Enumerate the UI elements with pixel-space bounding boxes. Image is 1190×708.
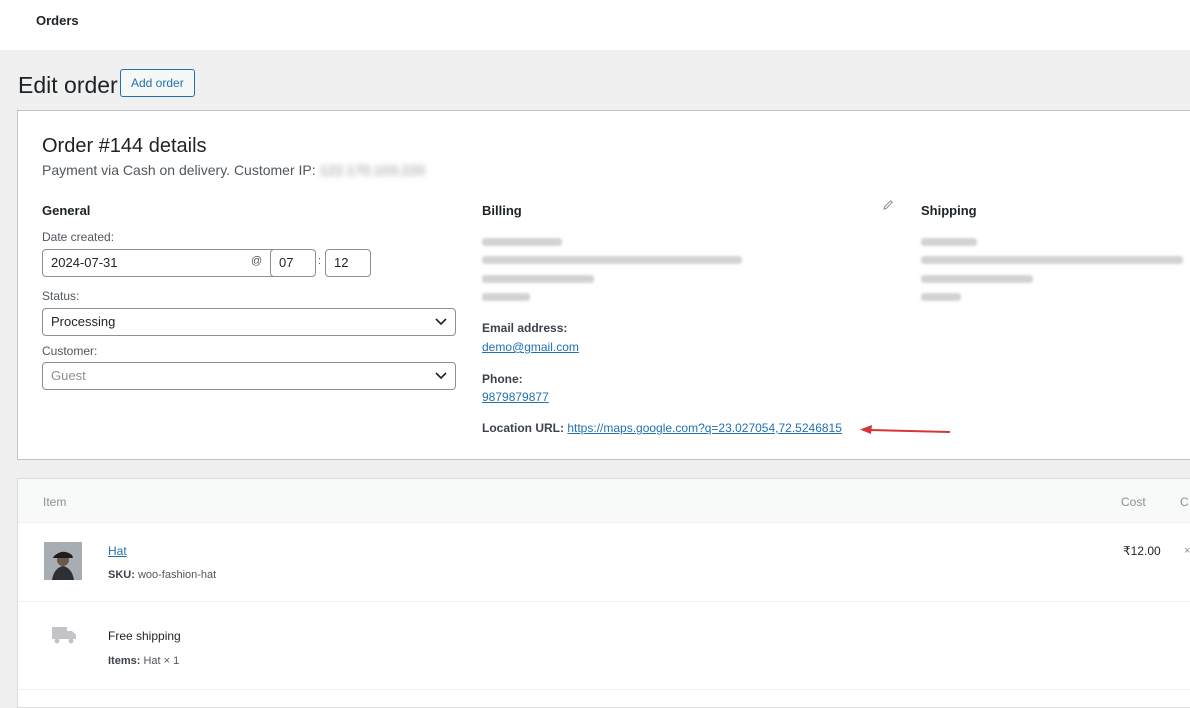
chevron-down-icon [435, 318, 447, 326]
shipping-address-line [921, 293, 961, 301]
date-created-input[interactable]: 2024-07-31 [42, 249, 278, 277]
shipping-address-line [921, 275, 1033, 283]
status-label: Status: [42, 289, 80, 303]
phone-label: Phone: [482, 372, 523, 386]
qty-x: × [1184, 545, 1190, 557]
page-title: Edit order [18, 72, 118, 98]
shipping-heading: Shipping [921, 203, 977, 218]
product-thumbnail [44, 542, 82, 580]
email-label: Email address: [482, 321, 568, 335]
phone-link[interactable]: 9879879877 [482, 390, 549, 404]
at-sign: @ [251, 255, 263, 267]
general-heading: General [42, 203, 91, 218]
billing-heading: Billing [482, 203, 522, 218]
shipping-address-line [921, 256, 1183, 264]
top-bar-title: Orders [36, 13, 79, 28]
product-sku: SKU: woo-fashion-hat [108, 569, 217, 581]
billing-address-line [482, 293, 530, 301]
col-item: Item [43, 495, 67, 509]
top-bar: Orders [0, 0, 1190, 50]
items-header: Item Cost C [18, 479, 1190, 523]
order-details-card: Order #144 details Payment via Cash on d… [17, 110, 1190, 460]
pencil-icon[interactable] [882, 199, 894, 211]
arrow-icon [860, 425, 951, 434]
location-url: Location URL: https://maps.google.com?q=… [482, 421, 842, 435]
customer-value: Guest [51, 368, 86, 383]
table-row: Hat SKU: woo-fashion-hat ₹12.00 × [18, 522, 1190, 602]
status-value: Processing [51, 314, 116, 329]
shipping-method-name: Free shipping [108, 629, 181, 643]
col-qty: C [1180, 495, 1189, 509]
shipping-row: Free shipping Items: Hat × 1 [18, 601, 1190, 690]
time-colon: : [318, 255, 322, 267]
product-link[interactable]: Hat [108, 544, 127, 558]
product-cost: ₹12.00 [1123, 544, 1161, 558]
payment-info: Payment via Cash on delivery. Customer I… [42, 162, 425, 178]
location-url-label: Location URL: [482, 421, 564, 435]
customer-ip: 122.170.103.220 [319, 162, 425, 178]
email-link[interactable]: demo@gmail.com [482, 340, 579, 354]
billing-address-line [482, 238, 562, 246]
chevron-down-icon [435, 372, 447, 380]
hour-input[interactable]: 07 [270, 249, 316, 277]
customer-label: Customer: [42, 344, 98, 358]
billing-address-line [482, 256, 742, 264]
payment-text: Payment via Cash on delivery. Customer I… [42, 162, 316, 178]
truck-icon [52, 627, 76, 644]
customer-select[interactable]: Guest [42, 362, 456, 390]
add-order-button[interactable]: Add order [120, 69, 195, 97]
order-heading: Order #144 details [42, 135, 207, 157]
location-url-link[interactable]: https://maps.google.com?q=23.027054,72.5… [567, 421, 842, 435]
status-select[interactable]: Processing [42, 308, 456, 336]
shipping-address-line [921, 238, 977, 246]
col-cost: Cost [1121, 495, 1146, 509]
billing-address-line [482, 275, 594, 283]
order-items-panel: Item Cost C Hat SKU: woo-fashion-hat ₹12… [17, 478, 1190, 708]
shipping-items: Items: Hat × 1 [108, 655, 180, 667]
date-created-label: Date created: [42, 230, 115, 244]
minute-input[interactable]: 12 [325, 249, 371, 277]
